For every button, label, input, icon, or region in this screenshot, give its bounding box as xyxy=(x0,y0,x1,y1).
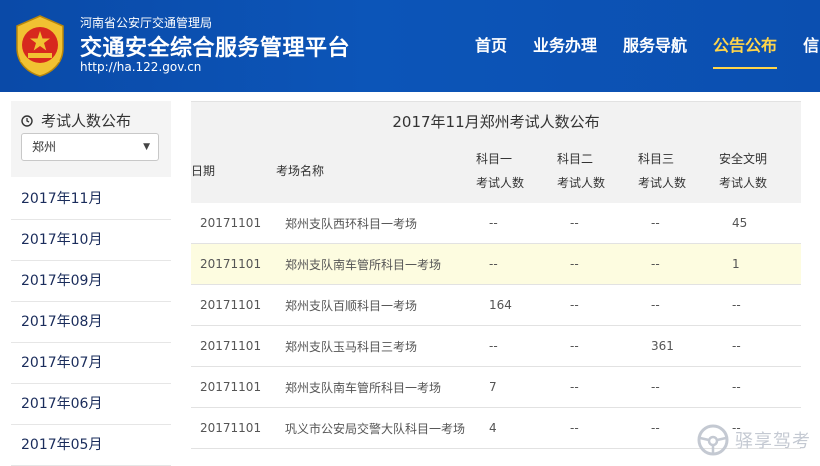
header-subject3-line2: 考试人数 xyxy=(638,175,687,190)
cell-date: 20171101 xyxy=(191,366,276,408)
nav-announcements[interactable]: 公告公布 xyxy=(700,0,790,92)
cell-subject3: 361 xyxy=(638,325,719,367)
main-nav: 首页 业务办理 服务导航 公告公布 信 xyxy=(462,0,820,92)
cell-subject2: -- xyxy=(557,366,638,408)
cell-subject1: 4 xyxy=(476,407,557,449)
cell-subject2: -- xyxy=(557,325,638,367)
city-select[interactable]: 郑州 ▼ xyxy=(21,133,159,161)
site-url[interactable]: http://ha.122.gov.cn xyxy=(80,60,201,74)
cell-date: 20171101 xyxy=(191,203,276,244)
sidebar-title: 考试人数公布 xyxy=(21,110,131,131)
nav-business[interactable]: 业务办理 xyxy=(520,0,610,92)
cell-subject2: -- xyxy=(557,407,638,449)
city-select-value: 郑州 xyxy=(32,140,57,154)
header-safety-line1: 安全文明 xyxy=(719,151,768,166)
org-name: 河南省公安厅交通管理局 xyxy=(80,16,213,30)
sidebar-title-text: 考试人数公布 xyxy=(41,112,132,130)
police-emblem-icon xyxy=(16,15,64,77)
header-site: 考场名称 xyxy=(276,163,325,178)
cell-subject1: -- xyxy=(476,325,557,367)
table-row: 20171101 郑州支队南车管所科目一考场 7 -- -- -- xyxy=(191,366,801,408)
cell-safety: -- xyxy=(719,284,801,326)
sidebar: 考试人数公布 郑州 ▼ 2017年11月 2017年10月 2017年09月 2… xyxy=(11,101,171,466)
header-safety-line2: 考试人数 xyxy=(719,175,768,190)
nav-home[interactable]: 首页 xyxy=(462,0,520,92)
cell-date: 20171101 xyxy=(191,407,276,449)
month-item-2017-11[interactable]: 2017年11月 xyxy=(11,179,171,220)
month-list: 2017年11月 2017年10月 2017年09月 2017年08月 2017… xyxy=(11,179,171,466)
cell-subject2: -- xyxy=(557,284,638,326)
clock-icon xyxy=(21,114,33,127)
header-subject3-line1: 科目三 xyxy=(638,151,675,166)
cell-safety: -- xyxy=(719,325,801,367)
cell-subject1: 164 xyxy=(476,284,557,326)
cell-subject3: -- xyxy=(638,203,719,244)
cell-subject3: -- xyxy=(638,284,719,326)
cell-subject2: -- xyxy=(557,243,638,285)
cell-date: 20171101 xyxy=(191,243,276,285)
table-row: 20171101 郑州支队玉马科目三考场 -- -- 361 -- xyxy=(191,325,801,367)
cell-subject1: 7 xyxy=(476,366,557,408)
cell-subject3: -- xyxy=(638,243,719,285)
header-subject2: 科目二 考试人数 xyxy=(557,138,638,203)
watermark-text: 驿享驾考 xyxy=(735,431,811,452)
cell-safety: 45 xyxy=(719,203,801,244)
cell-subject3: -- xyxy=(638,366,719,408)
cell-site: 郑州支队百顺科目一考场 xyxy=(276,284,476,326)
header-subject2-line2: 考试人数 xyxy=(557,175,606,190)
watermark: 驿享驾考 xyxy=(696,423,811,457)
steering-wheel-icon xyxy=(697,424,729,456)
month-item-2017-07[interactable]: 2017年07月 xyxy=(11,343,171,384)
cell-subject2: -- xyxy=(557,203,638,244)
table-title: 2017年11月郑州考试人数公布 xyxy=(191,101,801,138)
cell-site: 巩义市公安局交警大队科目一考场 xyxy=(276,407,476,449)
table-header-row: 日期 考场名称 科目一 考试人数 科目二 考试人数 科目三 考试人数 安全文明 … xyxy=(191,138,801,203)
header-subject1-line2: 考试人数 xyxy=(476,175,525,190)
sidebar-header: 考试人数公布 郑州 ▼ xyxy=(11,101,171,177)
month-item-2017-10[interactable]: 2017年10月 xyxy=(11,220,171,261)
month-item-2017-08[interactable]: 2017年08月 xyxy=(11,302,171,343)
main-content: 2017年11月郑州考试人数公布 日期 考场名称 科目一 考试人数 科目二 考试… xyxy=(191,101,801,449)
table-row: 20171101 郑州支队南车管所科目一考场 -- -- -- 1 xyxy=(191,243,801,285)
cell-date: 20171101 xyxy=(191,325,276,367)
cell-site: 郑州支队西环科目一考场 xyxy=(276,203,476,244)
header-date: 日期 xyxy=(191,163,216,178)
header-subject1-line1: 科目一 xyxy=(476,151,513,166)
table-row: 20171101 郑州支队西环科目一考场 -- -- -- 45 xyxy=(191,203,801,244)
month-item-2017-05[interactable]: 2017年05月 xyxy=(11,425,171,466)
cell-safety: 1 xyxy=(719,243,801,285)
cell-site: 郑州支队南车管所科目一考场 xyxy=(276,243,476,285)
cell-site: 郑州支队玉马科目三考场 xyxy=(276,325,476,367)
exam-count-table: 日期 考场名称 科目一 考试人数 科目二 考试人数 科目三 考试人数 安全文明 … xyxy=(191,138,801,449)
cell-safety: -- xyxy=(719,366,801,408)
caret-down-icon: ▼ xyxy=(143,142,150,152)
header-subject1: 科目一 考试人数 xyxy=(476,138,557,203)
site-title: 交通安全综合服务管理平台 xyxy=(80,36,351,61)
nav-info[interactable]: 信 xyxy=(790,0,820,92)
table-row: 20171101 郑州支队百顺科目一考场 164 -- -- -- xyxy=(191,284,801,326)
cell-date: 20171101 xyxy=(191,284,276,326)
nav-service-guide[interactable]: 服务导航 xyxy=(610,0,700,92)
header-subject3: 科目三 考试人数 xyxy=(638,138,719,203)
month-item-2017-06[interactable]: 2017年06月 xyxy=(11,384,171,425)
header-safety: 安全文明 考试人数 xyxy=(719,138,801,203)
header-subject2-line1: 科目二 xyxy=(557,151,594,166)
cell-site: 郑州支队南车管所科目一考场 xyxy=(276,366,476,408)
month-item-2017-09[interactable]: 2017年09月 xyxy=(11,261,171,302)
cell-subject1: -- xyxy=(476,203,557,244)
cell-subject1: -- xyxy=(476,243,557,285)
site-header: 河南省公安厅交通管理局 交通安全综合服务管理平台 http://ha.122.g… xyxy=(0,0,820,92)
